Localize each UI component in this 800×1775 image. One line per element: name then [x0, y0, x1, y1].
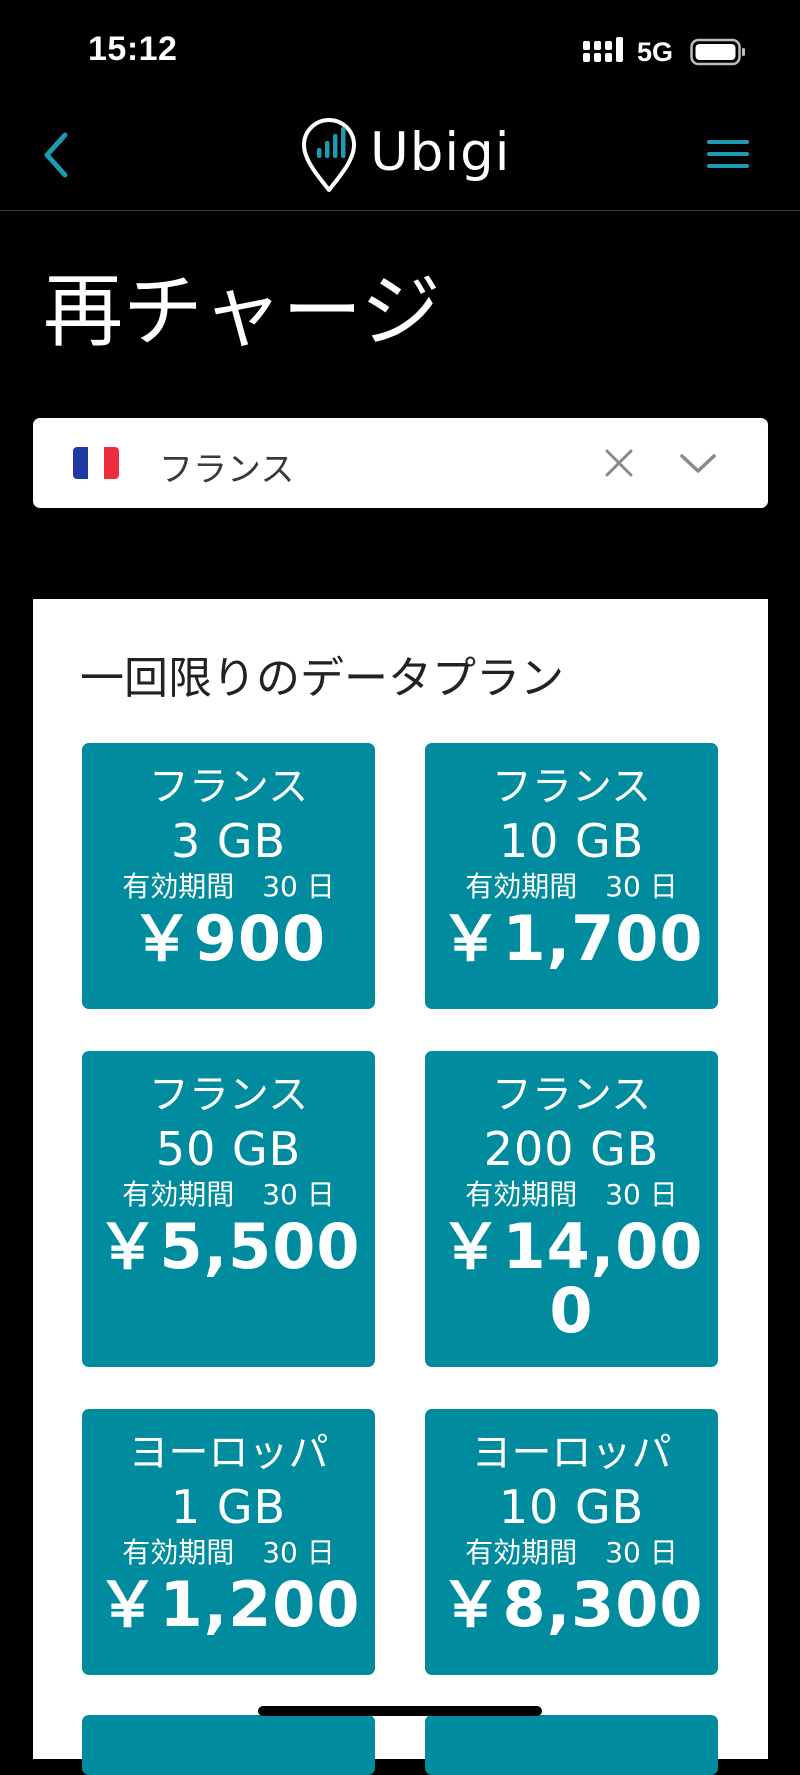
plan-region: フランス	[491, 764, 652, 810]
plan-card-partial[interactable]	[425, 1715, 718, 1775]
plans-heading: 一回限りのデータプラン	[80, 653, 564, 704]
plan-region: フランス	[148, 1072, 309, 1118]
dropdown-button[interactable]	[675, 440, 721, 486]
plan-validity: 有効期間 30 日	[465, 1536, 678, 1569]
plan-card[interactable]: フランス 3 GB 有効期間 30 日 ￥900	[82, 743, 375, 1009]
country-select[interactable]: フランス	[33, 418, 768, 508]
plan-data-amount: 10 GB	[498, 814, 645, 868]
plan-card[interactable]: フランス 50 GB 有効期間 30 日 ￥5,500	[82, 1051, 375, 1367]
back-button[interactable]	[30, 120, 82, 190]
plan-card[interactable]: フランス 200 GB 有効期間 30 日 ￥14,000	[425, 1051, 718, 1367]
plan-region: ヨーロッパ	[128, 1430, 329, 1476]
plan-card[interactable]: ヨーロッパ 10 GB 有効期間 30 日 ￥8,300	[425, 1409, 718, 1675]
hamburger-menu-icon	[707, 140, 749, 168]
signal-icon	[583, 37, 623, 62]
home-indicator[interactable]	[258, 1706, 542, 1716]
plan-price: ￥1,200	[96, 1568, 361, 1641]
plan-price: ￥900	[130, 902, 327, 975]
plan-data-amount: 200 GB	[483, 1122, 660, 1176]
plan-validity: 有効期間 30 日	[465, 1178, 678, 1211]
plans-panel: 一回限りのデータプラン フランス 3 GB 有効期間 30 日 ￥900 フラン…	[33, 599, 768, 1775]
plan-validity: 有効期間 30 日	[122, 870, 335, 903]
back-arrow-icon	[44, 132, 68, 178]
menu-button[interactable]	[705, 135, 753, 175]
plan-data-amount: 50 GB	[155, 1122, 302, 1176]
plan-region: フランス	[148, 764, 309, 810]
plan-card[interactable]: フランス 10 GB 有効期間 30 日 ￥1,700	[425, 743, 718, 1009]
nav-bar: Ubigi	[0, 100, 800, 211]
plan-data-amount: 10 GB	[498, 1480, 645, 1534]
plan-card[interactable]: ヨーロッパ 1 GB 有効期間 30 日 ￥1,200	[82, 1409, 375, 1675]
plan-card-partial[interactable]	[82, 1715, 375, 1775]
clear-x-icon	[605, 449, 633, 477]
plan-price: ￥5,500	[96, 1210, 361, 1283]
status-bar: 15:12 5G	[0, 0, 800, 100]
plan-validity: 有効期間 30 日	[122, 1536, 335, 1569]
plan-validity: 有効期間 30 日	[465, 870, 678, 903]
plan-region: ヨーロッパ	[471, 1430, 672, 1476]
plan-region: フランス	[491, 1072, 652, 1118]
plan-price: ￥8,300	[439, 1568, 704, 1641]
plan-data-amount: 3 GB	[170, 814, 287, 868]
page-title: 再チャージ	[43, 265, 441, 358]
plan-price: ￥1,700	[439, 902, 704, 975]
chevron-down-icon	[680, 454, 716, 473]
logo-text: Ubigi	[370, 121, 511, 183]
plan-price: ￥14,000	[439, 1210, 704, 1347]
clear-selection-button[interactable]	[596, 440, 642, 486]
location-pin-signal-icon	[302, 118, 356, 192]
plan-validity: 有効期間 30 日	[122, 1178, 335, 1211]
selected-country: フランス	[159, 450, 295, 490]
battery-icon	[690, 38, 745, 66]
status-time: 15:12	[88, 30, 178, 68]
network-label: 5G	[637, 37, 674, 67]
france-flag-icon	[73, 447, 119, 479]
ubigi-logo[interactable]: Ubigi	[300, 114, 511, 196]
plan-data-amount: 1 GB	[170, 1480, 287, 1534]
